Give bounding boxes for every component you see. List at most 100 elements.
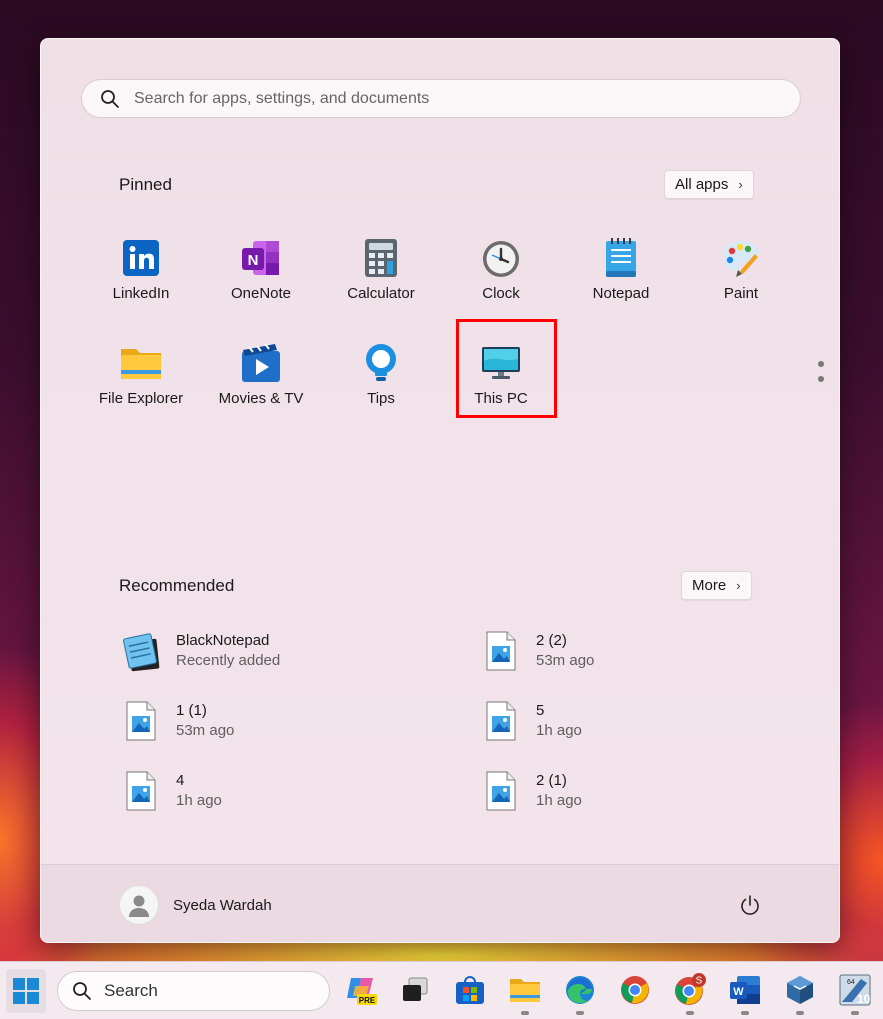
chrome-profile-badge: S xyxy=(696,976,703,987)
notepad-stack-icon xyxy=(120,630,162,672)
app-label: LinkedIn xyxy=(112,285,170,302)
notepad-icon xyxy=(600,237,642,279)
chevron-right-icon: › xyxy=(736,578,741,593)
recommended-item-name: BlackNotepad xyxy=(176,632,270,649)
search-icon xyxy=(101,89,119,108)
recommended-item-name: 1 (1) xyxy=(176,702,207,719)
file-explorer-icon xyxy=(510,979,540,1002)
word-icon: W xyxy=(730,976,760,1004)
start-button[interactable] xyxy=(6,969,46,1013)
recommended-item-time: Recently added xyxy=(176,652,281,669)
vm-badge-num: 10 xyxy=(857,992,871,1006)
app-label: Clock xyxy=(482,285,520,302)
vm-app-button[interactable]: 64 10 xyxy=(838,973,872,1007)
user-account-button[interactable]: Syeda Wardah xyxy=(119,885,272,925)
user-icon xyxy=(129,895,149,917)
power-icon xyxy=(741,895,759,915)
start-search-input[interactable] xyxy=(134,89,734,108)
recommended-item-name: 2 (1) xyxy=(536,772,567,789)
running-indicator xyxy=(686,1011,694,1015)
running-indicator xyxy=(851,1011,859,1015)
paint-icon xyxy=(720,237,762,279)
recommended-title: Recommended xyxy=(119,576,235,595)
taskbar-search[interactable]: Search xyxy=(57,971,330,1011)
app-label: Movies & TV xyxy=(218,390,304,407)
app-label: Paint xyxy=(723,285,759,302)
recommended-item-time: 1h ago xyxy=(176,792,222,809)
windows-start-icon xyxy=(13,978,39,1004)
pinned-app-tips[interactable]: Tips xyxy=(326,330,436,420)
running-indicator xyxy=(576,1011,584,1015)
image-file-icon xyxy=(480,770,522,812)
task-view-button[interactable] xyxy=(398,973,432,1007)
recommended-item-name: 5 xyxy=(536,702,545,719)
vm-badge-top: 64 xyxy=(847,979,855,986)
search-icon xyxy=(73,982,91,1000)
all-apps-label: All apps xyxy=(675,176,729,193)
avatar xyxy=(119,885,159,925)
copilot-button[interactable]: PRE xyxy=(344,973,378,1007)
chrome-button[interactable] xyxy=(618,973,652,1007)
all-apps-button[interactable]: All apps › xyxy=(664,170,754,199)
page-dot[interactable] xyxy=(818,376,824,382)
file-explorer-button[interactable] xyxy=(508,973,542,1007)
recommended-item[interactable]: 1 (1) 53m ago xyxy=(120,696,420,746)
pinned-app-onenote[interactable]: N OneNote xyxy=(206,225,316,315)
app-label: Tips xyxy=(367,390,395,407)
pinned-app-file-explorer[interactable]: File Explorer xyxy=(86,330,196,420)
movies-icon xyxy=(240,342,282,384)
pinned-title: Pinned xyxy=(119,175,172,194)
word-button[interactable]: W xyxy=(728,973,762,1007)
copilot-badge: PRE xyxy=(359,996,376,1005)
page-dot[interactable] xyxy=(818,361,824,367)
onenote-icon: N xyxy=(240,237,282,279)
running-indicator xyxy=(741,1011,749,1015)
image-file-icon xyxy=(120,770,162,812)
pinned-app-movies-tv[interactable]: Movies & TV xyxy=(206,330,316,420)
recommended-item-time: 53m ago xyxy=(176,722,235,739)
recommended-item-name: 2 (2) xyxy=(536,632,567,649)
running-indicator xyxy=(521,1011,529,1015)
edge-button[interactable] xyxy=(563,973,597,1007)
store-button[interactable] xyxy=(453,973,487,1007)
linkedin-icon xyxy=(120,237,162,279)
recommended-item-name: 4 xyxy=(176,772,185,789)
pinned-app-calculator[interactable]: Calculator xyxy=(326,225,436,315)
recommended-item[interactable]: 2 (1) 1h ago xyxy=(480,766,780,816)
user-name: Syeda Wardah xyxy=(173,896,272,914)
store-icon xyxy=(456,976,484,1004)
image-file-icon xyxy=(480,700,522,742)
chrome-profile-icon: S xyxy=(675,973,706,1005)
recommended-item-time: 1h ago xyxy=(536,722,582,739)
svg-text:W: W xyxy=(733,986,744,998)
recommended-item[interactable]: 4 1h ago xyxy=(120,766,420,816)
recommended-item[interactable]: BlackNotepad Recently added xyxy=(120,626,420,676)
clock-icon xyxy=(480,237,522,279)
image-file-icon xyxy=(480,630,522,672)
chevron-right-icon: › xyxy=(738,177,743,192)
app-label: Notepad xyxy=(592,285,650,302)
pinned-app-linkedin[interactable]: LinkedIn xyxy=(86,225,196,315)
power-button[interactable] xyxy=(737,893,763,919)
app-label: Calculator xyxy=(347,285,415,302)
more-label: More xyxy=(692,577,727,594)
svg-text:N: N xyxy=(248,252,259,269)
recommended-item[interactable]: 5 1h ago xyxy=(480,696,780,746)
pinned-app-notepad[interactable]: Notepad xyxy=(566,225,676,315)
start-menu-footer: Syeda Wardah xyxy=(41,864,839,942)
lightbulb-icon xyxy=(360,342,402,384)
vm-app-icon: 6410 xyxy=(839,974,871,1006)
more-button[interactable]: More › xyxy=(681,571,752,600)
recommended-item-time: 1h ago xyxy=(536,792,582,809)
pinned-app-paint[interactable]: Paint xyxy=(686,225,796,315)
start-search-box[interactable] xyxy=(81,79,801,118)
chrome-icon xyxy=(621,976,649,1004)
virtualbox-button[interactable] xyxy=(783,973,817,1007)
recommended-item[interactable]: 2 (2) 53m ago xyxy=(480,626,780,676)
taskbar: Search PRE S W 64 10 xyxy=(0,961,883,1019)
pinned-page-indicator[interactable] xyxy=(818,361,824,391)
app-label: OneNote xyxy=(230,285,292,302)
pinned-app-clock[interactable]: Clock xyxy=(446,225,556,315)
chrome-profile-button[interactable]: S xyxy=(673,973,707,1007)
edge-icon xyxy=(566,976,594,1004)
